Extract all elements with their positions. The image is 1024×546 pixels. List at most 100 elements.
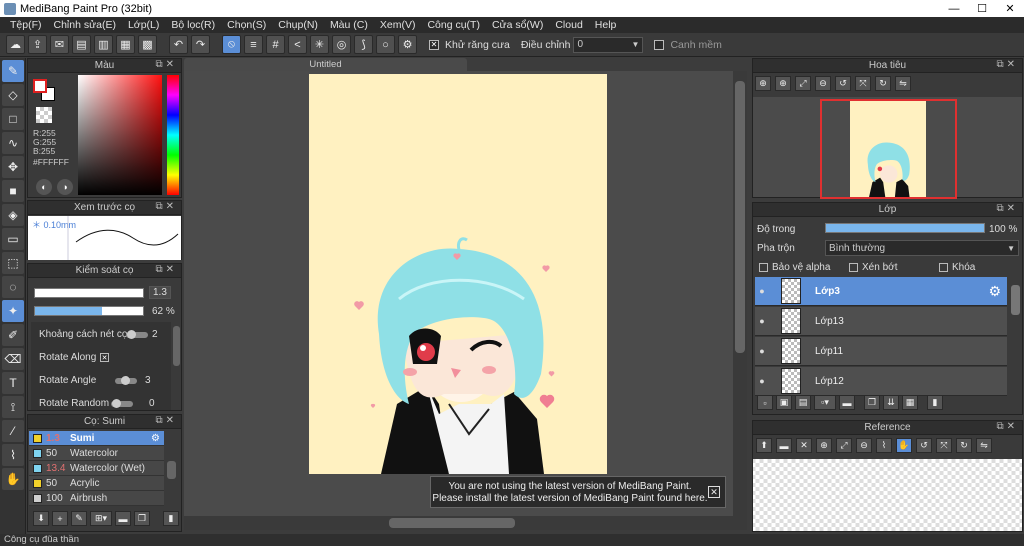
new-folder-icon[interactable]: ▬: [839, 395, 855, 410]
menu-item[interactable]: Xem(V): [374, 19, 422, 31]
panel-controls-icon[interactable]: ⧉✕: [155, 59, 177, 70]
layer-row[interactable]: ● Lớp3 ⚙: [755, 277, 1007, 306]
snap-grid-icon[interactable]: #: [266, 35, 285, 54]
redo-icon[interactable]: ↷: [191, 35, 210, 54]
operation-tool-icon[interactable]: ⟟: [2, 396, 24, 418]
slider-knob[interactable]: [127, 330, 136, 339]
smooth-checkbox[interactable]: [654, 39, 665, 50]
scroll-thumb[interactable]: [735, 81, 745, 353]
navigator-view-frame[interactable]: [820, 99, 957, 199]
canvas-horizontal-scrollbar[interactable]: [184, 516, 747, 530]
snap-parallel-icon[interactable]: ≡: [244, 35, 263, 54]
menu-item[interactable]: Chọn(S): [221, 19, 272, 31]
chat-icon[interactable]: ▤: [72, 35, 91, 54]
layer-opacity-slider[interactable]: [825, 223, 985, 233]
eyedropper-tool-icon[interactable]: ⌇: [2, 444, 24, 466]
brush-settings-gear-icon[interactable]: ⚙: [151, 433, 160, 444]
snap-circle-icon[interactable]: ◎: [332, 35, 351, 54]
slider-knob[interactable]: [112, 399, 121, 408]
clipping-checkbox[interactable]: [849, 263, 858, 272]
panel-controls-icon[interactable]: ⧉✕: [996, 203, 1018, 214]
hand-tool-icon[interactable]: ✋: [2, 468, 24, 490]
menu-item[interactable]: Help: [589, 19, 623, 31]
eyedropper-icon[interactable]: ⌇: [876, 438, 892, 453]
delete-layer-icon[interactable]: ▮: [927, 395, 943, 410]
brush-list-scrollbar[interactable]: [167, 461, 176, 479]
hand-icon[interactable]: ✋: [896, 438, 912, 453]
menu-item[interactable]: Lớp(L): [122, 19, 165, 31]
brush-size-value[interactable]: 1.3: [149, 286, 171, 299]
dot-tool-icon[interactable]: □: [2, 108, 24, 130]
panel-controls-icon[interactable]: ⧉✕: [996, 59, 1018, 70]
lasso-tool-icon[interactable]: ◌: [2, 276, 24, 298]
brush-list-item[interactable]: 13.4 Watercolor (Wet): [29, 461, 164, 476]
layer-row[interactable]: ● Lớp13: [755, 307, 1007, 336]
fit-window-icon[interactable]: ⤢: [836, 438, 852, 453]
cloud-download-icon[interactable]: ⬆: [756, 438, 772, 453]
palette-icon[interactable]: ◐: [36, 179, 52, 195]
select-pen-tool-icon[interactable]: ✐: [2, 324, 24, 346]
blur-tool-icon[interactable]: ∿: [2, 132, 24, 154]
brush-list-item[interactable]: 50 Watercolor: [29, 446, 164, 461]
new-8bit-layer-icon[interactable]: ▤: [795, 395, 811, 410]
add-brush-icon[interactable]: +: [52, 511, 68, 526]
select-tool-icon[interactable]: ⬚: [2, 252, 24, 274]
brush-list-item[interactable]: 50 Acrylic: [29, 476, 164, 491]
zoom-out-icon[interactable]: ⊖: [815, 76, 831, 91]
hue-slider[interactable]: [167, 75, 179, 195]
snap-curve-icon[interactable]: ⟆: [354, 35, 373, 54]
grid-view-icon[interactable]: ▩: [138, 35, 157, 54]
transparent-color-swatch[interactable]: [36, 107, 52, 123]
panel-controls-icon[interactable]: ⧉✕: [155, 201, 177, 212]
canvas-area[interactable]: [184, 71, 733, 516]
foreground-color-swatch[interactable]: [33, 79, 47, 93]
maximize-button[interactable]: ☐: [968, 0, 996, 17]
undo-icon[interactable]: ↶: [169, 35, 188, 54]
drawing-canvas[interactable]: [309, 74, 607, 474]
layer-properties-icon[interactable]: ▦: [902, 395, 918, 410]
zoom-in-icon[interactable]: ⊕: [775, 76, 791, 91]
visibility-eye-icon[interactable]: ●: [755, 316, 769, 326]
fg-bg-swatch[interactable]: [33, 79, 55, 101]
cloud-download-icon[interactable]: ⬇: [33, 511, 49, 526]
zoom-in-icon[interactable]: ⊕: [816, 438, 832, 453]
menu-item[interactable]: Màu (C): [324, 19, 374, 31]
saturation-value-picker[interactable]: [78, 75, 162, 195]
snap-perspective-icon[interactable]: <: [288, 35, 307, 54]
delete-brush-icon[interactable]: ▮: [163, 511, 179, 526]
rotate-angle-slider[interactable]: [115, 376, 137, 385]
close-button[interactable]: ✕: [996, 0, 1024, 17]
blend-mode-select[interactable]: Bình thường ▼: [825, 240, 1019, 256]
zoom-in-icon[interactable]: ⊕: [755, 76, 771, 91]
notice-close-icon[interactable]: ✕: [708, 486, 720, 498]
menu-item[interactable]: Bộ lọc(R): [165, 19, 221, 31]
folder-icon[interactable]: ▬: [115, 511, 131, 526]
document-tab[interactable]: Untitled: [184, 58, 467, 71]
scroll-thumb[interactable]: [389, 518, 515, 528]
open-folder-icon[interactable]: ▬: [776, 438, 792, 453]
zoom-out-icon[interactable]: ⊖: [856, 438, 872, 453]
spacing-slider[interactable]: [126, 330, 148, 339]
layer-row[interactable]: ● Lớp12: [755, 367, 1007, 396]
menu-item[interactable]: Chụp(N): [272, 19, 324, 31]
bucket-tool-icon[interactable]: ◈: [2, 204, 24, 226]
color-history-icon[interactable]: ◑: [57, 179, 73, 195]
close-reference-icon[interactable]: ✕: [796, 438, 812, 453]
flip-icon[interactable]: ⇋: [976, 438, 992, 453]
protect-alpha-checkbox[interactable]: [759, 263, 768, 272]
brush-opacity-slider[interactable]: [34, 306, 144, 316]
page-icon[interactable]: ▥: [94, 35, 113, 54]
duplicate-brush-icon[interactable]: ❐: [134, 511, 150, 526]
panel-controls-icon[interactable]: ⧉✕: [996, 421, 1018, 432]
fit-window-icon[interactable]: ⤢: [795, 76, 811, 91]
text-tool-icon[interactable]: T: [2, 372, 24, 394]
visibility-eye-icon[interactable]: ●: [755, 286, 769, 296]
layer-menu-icon[interactable]: ▫▾: [814, 395, 836, 410]
menu-item[interactable]: Cửa sổ(W): [486, 19, 549, 31]
menu-item[interactable]: Cloud: [549, 19, 588, 31]
actual-size-icon[interactable]: ⤧: [855, 76, 871, 91]
gradient-tool-icon[interactable]: ▭: [2, 228, 24, 250]
menu-item[interactable]: Tệp(F): [4, 19, 48, 31]
brush-size-slider[interactable]: [34, 288, 144, 298]
rotate-left-icon[interactable]: ↺: [916, 438, 932, 453]
